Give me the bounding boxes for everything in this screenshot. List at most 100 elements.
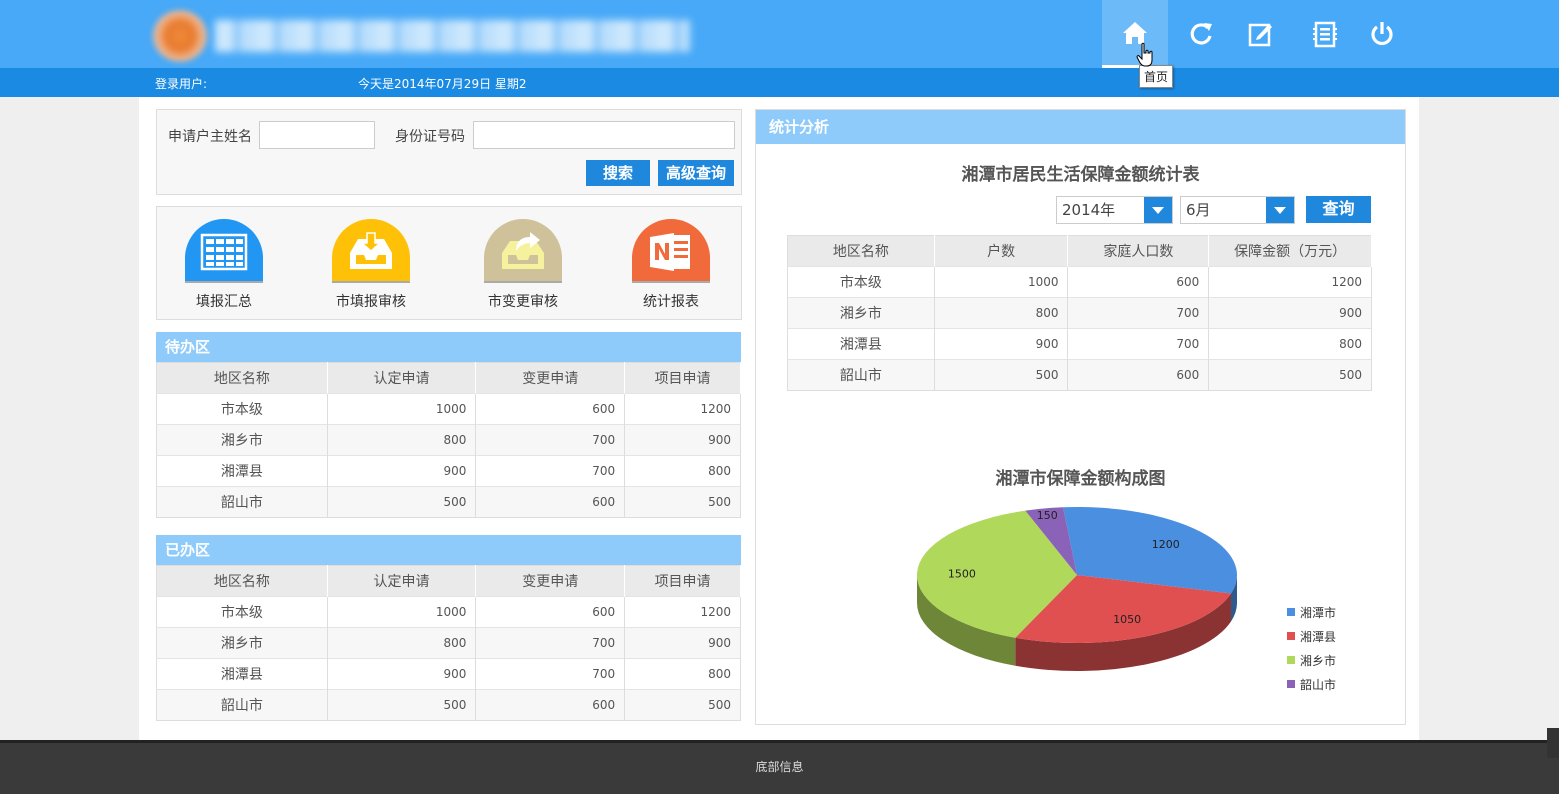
cell-value: 700	[475, 455, 626, 487]
shortcut-circle	[185, 219, 263, 283]
cell-region: 市本级	[156, 393, 328, 425]
id-label: 身份证号码	[395, 129, 465, 145]
list-icon	[1313, 21, 1337, 48]
table-row[interactable]: 市本级 1000 600 1200	[156, 596, 741, 628]
name-input[interactable]	[259, 121, 375, 149]
table-row[interactable]: 韶山市 500 600 500	[787, 359, 1372, 391]
table-row[interactable]: 湘潭县 900 700 800	[787, 328, 1372, 360]
refresh-icon	[1190, 23, 1212, 45]
name-label: 申请户主姓名	[168, 129, 252, 145]
mouse-pointer-icon	[1136, 42, 1153, 67]
legend-swatch	[1287, 680, 1295, 688]
logout-button[interactable]	[1349, 0, 1415, 68]
month-select[interactable]: 6月	[1180, 196, 1295, 224]
cell-value: 600	[475, 596, 626, 628]
done-section-title: 已办区	[156, 535, 741, 565]
shortcut-label: 市填报审核	[336, 294, 406, 310]
stats-section-title: 统计分析	[756, 110, 1405, 144]
table-row[interactable]: 韶山市 500 600 500	[156, 486, 741, 518]
cell-value: 1000	[327, 393, 477, 425]
legend-label: 湘乡市	[1300, 653, 1337, 668]
cell-value: 700	[475, 627, 626, 659]
pie-chart: 1200 1050 1500 150	[917, 507, 1237, 671]
cell-value: 500	[624, 486, 741, 518]
pie-data-label: 150	[1037, 509, 1058, 522]
shortcut-circle	[484, 219, 562, 283]
table-row[interactable]: 市本级 1000 600 1200	[156, 393, 741, 425]
stats-table-title: 湘潭市居民生活保障金额统计表	[961, 165, 1200, 185]
cell-value: 500	[624, 689, 741, 721]
done-table: 地区名称 认定申请 变更申请 项目申请 市本级 1000 600 1200 湘乡市 80…	[156, 565, 741, 721]
onenote-icon	[650, 233, 690, 271]
cell-value: 900	[934, 328, 1069, 360]
shortcut-fill-summary[interactable]: 填报汇总	[164, 219, 284, 311]
home-button[interactable]	[1102, 0, 1168, 68]
legend-item: 韶山市	[1287, 672, 1336, 696]
footer-text: 底部信息	[755, 760, 804, 774]
pie-data-label: 1050	[1113, 613, 1141, 626]
table-row[interactable]: 市本级 1000 600 1200	[787, 266, 1372, 298]
table-row[interactable]: 湘潭县 900 700 800	[156, 455, 741, 487]
legend-label: 湘潭市	[1300, 605, 1337, 620]
cell-value: 800	[327, 627, 477, 659]
cell-value: 1200	[624, 393, 741, 425]
table-row[interactable]: 湘乡市 800 700 900	[156, 424, 741, 456]
table-icon	[200, 233, 248, 271]
id-number-input[interactable]	[473, 121, 735, 149]
cell-value: 1200	[1208, 266, 1372, 298]
shortcut-panel: 填报汇总 市填报审核 市变更审核 统计报表	[156, 206, 742, 320]
edit-button[interactable]	[1228, 0, 1294, 68]
cell-value: 600	[1067, 266, 1210, 298]
cell-value: 500	[934, 359, 1069, 391]
chart-title: 湘潭市保障金额构成图	[995, 469, 1166, 489]
cell-value: 500	[1208, 359, 1372, 391]
shortcut-circle	[332, 219, 410, 283]
cell-region: 市本级	[787, 266, 935, 298]
shortcut-city-fill-review[interactable]: 市填报审核	[311, 219, 431, 311]
legend-swatch	[1287, 632, 1295, 640]
table-row[interactable]: 韶山市 500 600 500	[156, 689, 741, 721]
column-header: 项目申请	[624, 362, 741, 394]
table-row[interactable]: 湘潭县 900 700 800	[156, 658, 741, 690]
cell-region: 湘乡市	[787, 297, 935, 329]
power-icon	[1371, 22, 1393, 46]
cell-value: 800	[1208, 328, 1372, 360]
cell-value: 800	[624, 658, 741, 690]
column-header: 变更申请	[475, 362, 626, 394]
table-row[interactable]: 湘乡市 800 700 900	[156, 627, 741, 659]
legend-label: 湘潭县	[1300, 629, 1337, 644]
cell-value: 700	[1067, 328, 1210, 360]
cell-value: 1200	[624, 596, 741, 628]
chart-legend: 湘潭市 湘潭县 湘乡市 韶山市	[1287, 600, 1336, 696]
shortcut-label: 填报汇总	[196, 294, 252, 310]
shortcut-city-change-review[interactable]: 市变更审核	[463, 219, 583, 311]
column-header: 项目申请	[624, 565, 741, 597]
advanced-search-button[interactable]: 高级查询	[658, 160, 734, 186]
column-header: 家庭人口数	[1067, 235, 1210, 267]
search-button[interactable]: 搜索	[586, 160, 650, 186]
stats-panel: 统计分析 湘潭市居民生活保障金额统计表 2014年 6月 查询 地区名称 户数 …	[755, 109, 1406, 725]
table-row[interactable]: 湘乡市 800 700 900	[787, 297, 1372, 329]
search-panel: 申请户主姓名 身份证号码 搜索 高级查询	[156, 109, 742, 195]
shortcut-stat-report[interactable]: 统计报表	[611, 219, 731, 311]
shortcut-label: 市变更审核	[488, 294, 558, 310]
query-button[interactable]: 查询	[1306, 196, 1371, 223]
legend-item: 湘潭县	[1287, 624, 1336, 648]
cell-region: 韶山市	[787, 359, 935, 391]
todo-section-title: 待办区	[156, 332, 741, 362]
cell-value: 600	[475, 486, 626, 518]
cell-value: 900	[327, 658, 477, 690]
cell-value: 900	[327, 455, 477, 487]
year-select[interactable]: 2014年	[1056, 196, 1173, 224]
refresh-button[interactable]	[1168, 0, 1234, 68]
page-footer: 底部信息	[0, 740, 1559, 794]
legend-item: 湘潭市	[1287, 600, 1336, 624]
cell-region: 湘乡市	[156, 627, 328, 659]
cell-value: 1000	[327, 596, 477, 628]
top-header	[0, 0, 1559, 68]
legend-swatch	[1287, 656, 1295, 664]
chevron-down-icon	[1266, 197, 1294, 223]
cell-value: 900	[624, 424, 741, 456]
year-select-value: 2014年	[1062, 201, 1116, 219]
scrollbar-thumb[interactable]	[1547, 728, 1559, 758]
